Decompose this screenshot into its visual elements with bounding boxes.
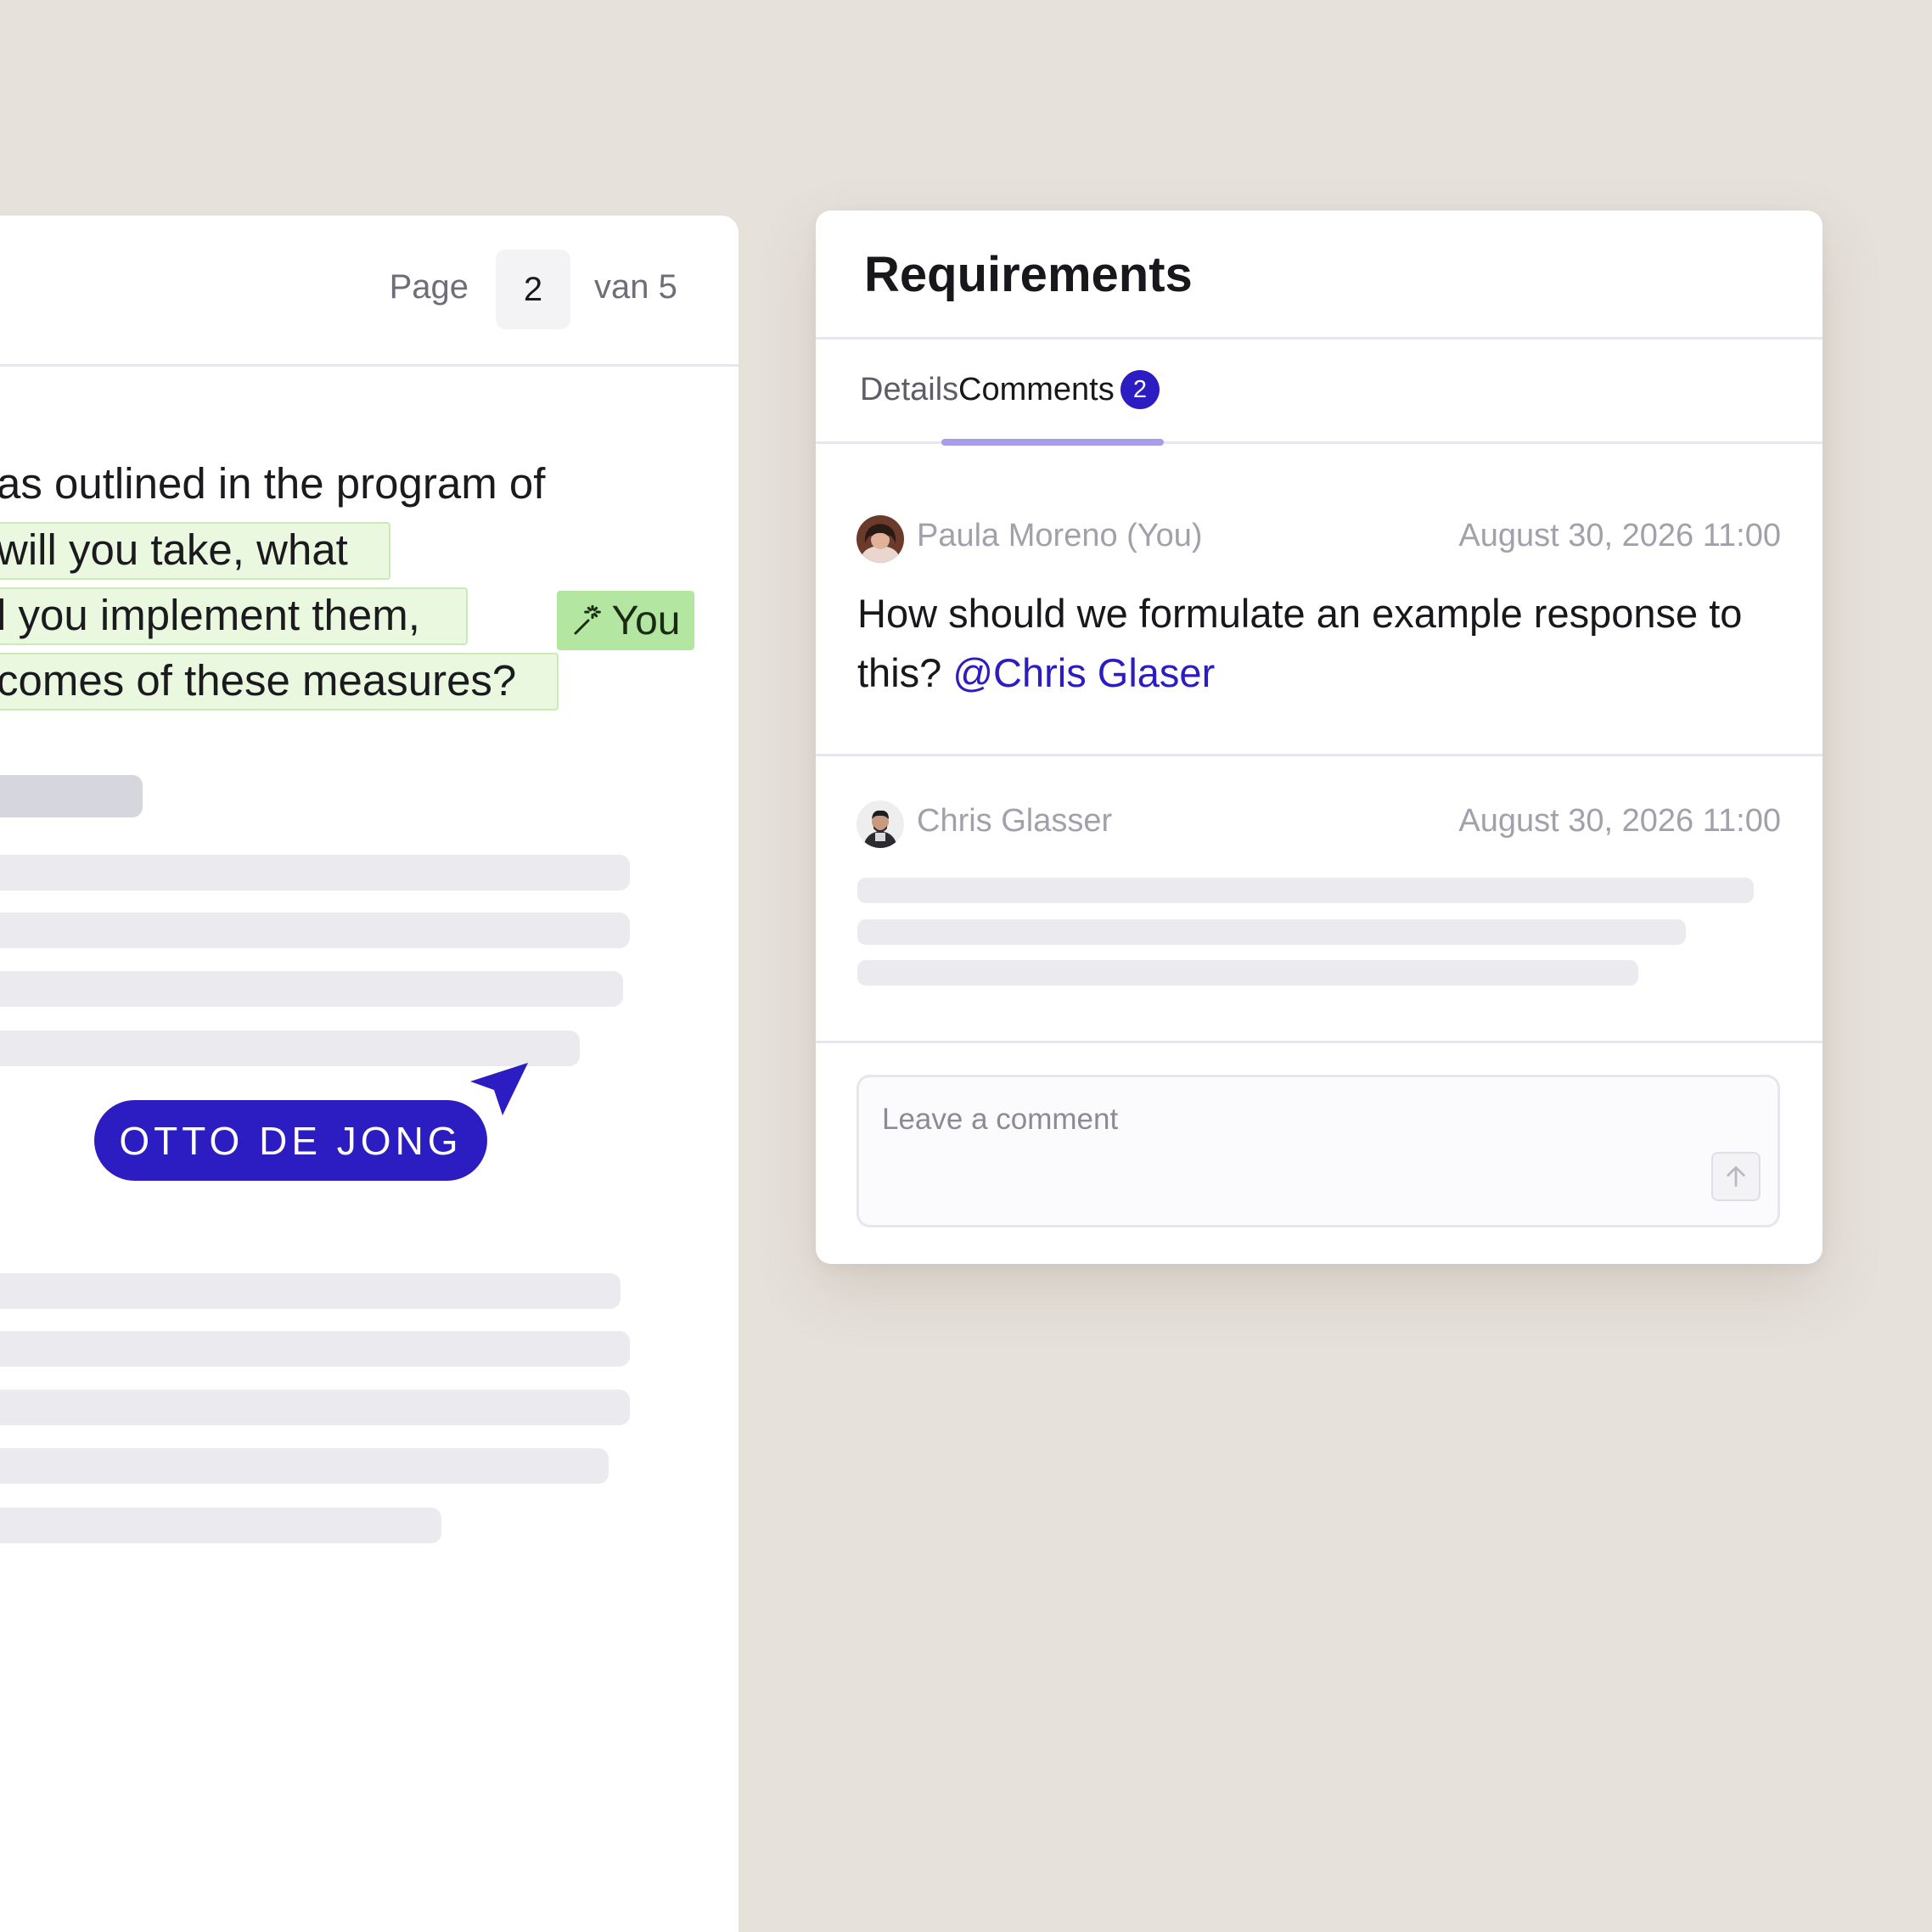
highlighted-text-line[interactable]: comes of these measures? [0, 653, 559, 710]
comment-author: Chris Glasser [917, 803, 1113, 839]
requirements-panel: Requirements Details Comments 2 Paula Mo… [816, 211, 1822, 1264]
page-total: van 5 [594, 268, 677, 306]
panel-tabs: Details Comments 2 [816, 340, 1822, 446]
comment-item: Paula Moreno (You) August 30, 2026 11:00… [816, 444, 1822, 756]
tab-comments[interactable]: Comments 2 [941, 340, 1164, 446]
user-avatar-icon [856, 800, 904, 848]
user-mention-link[interactable]: @Chris Glaser [952, 650, 1215, 695]
skeleton-line [0, 913, 630, 948]
skeleton-line [0, 1448, 609, 1484]
skeleton-line [0, 1390, 630, 1425]
skeleton-line [0, 855, 630, 890]
skeleton-line [0, 1508, 441, 1543]
skeleton-comment-line [857, 960, 1638, 986]
highlighted-text-line[interactable]: l you implement them, [0, 587, 468, 645]
comment-input[interactable] [882, 1103, 1697, 1196]
page-label: Page [389, 268, 469, 306]
skeleton-line [0, 1331, 630, 1367]
comment-item: Chris Glasser August 30, 2026 11:00 [816, 756, 1822, 1043]
panel-title: Requirements [864, 247, 1193, 302]
current-page-input[interactable]: 2 [496, 250, 570, 329]
avatar [856, 800, 904, 848]
avatar [856, 515, 904, 563]
user-avatar-icon [856, 515, 904, 563]
document-panel: Page 2 van 5 as outlined in the program … [0, 216, 739, 1932]
document-toolbar: Page 2 van 5 [0, 216, 739, 367]
comment-timestamp: August 30, 2026 11:00 [1458, 518, 1781, 553]
collaborator-cursor-label: OTTO DE JONG [94, 1100, 487, 1181]
send-comment-button[interactable] [1711, 1152, 1761, 1201]
skeleton-comment-line [857, 878, 1754, 903]
skeleton-line [0, 1273, 621, 1309]
highlighted-text-line[interactable]: will you take, what [0, 522, 390, 580]
edit-author-label: You [611, 598, 681, 643]
document-text-line: as outlined in the program of [0, 459, 546, 508]
comment-body: How should we formulate an example respo… [857, 584, 1783, 703]
comment-author: Paula Moreno (You) [917, 518, 1203, 553]
cursor-arrow-icon [470, 1063, 528, 1115]
tab-comments-label: Comments [958, 372, 1115, 407]
requirements-header: Requirements [816, 211, 1822, 340]
arrow-up-icon [1727, 1166, 1745, 1187]
comment-timestamp: August 30, 2026 11:00 [1458, 803, 1781, 839]
comment-count-badge: 2 [1120, 370, 1160, 409]
skeleton-comment-line [857, 919, 1686, 945]
comment-input-box [856, 1075, 1780, 1227]
skeleton-heading [0, 775, 143, 817]
skeleton-line [0, 971, 623, 1007]
magic-wand-edit-icon [574, 604, 601, 635]
edit-author-tag: You [557, 591, 694, 650]
